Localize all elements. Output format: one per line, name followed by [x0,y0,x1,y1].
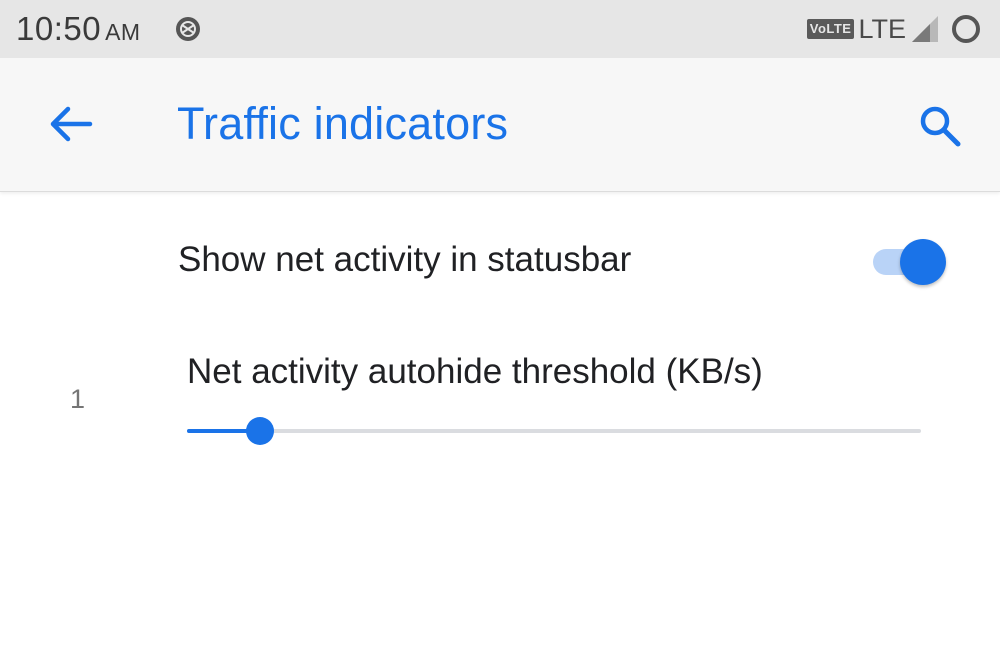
network-type: LTE [858,13,906,44]
arrow-left-icon[interactable] [46,104,96,144]
status-bar: 10:50 AM VoLTE LTE [0,0,1000,58]
slider-track [187,429,921,433]
toggle-thumb [900,239,946,285]
status-time-value: 10:50 [16,10,102,47]
signal-icon [912,16,938,42]
battery-icon [952,15,980,43]
autohide-threshold-label: Net activity autohide threshold (KB/s) [187,352,763,391]
status-time: 10:50 AM [16,10,141,48]
app-bar: Traffic indicators [0,58,1000,192]
volte-badge: VoLTE [806,19,855,39]
autohide-threshold-value: 1 [70,384,86,414]
autohide-threshold-row: Net activity autohide threshold (KB/s) 1 [0,340,1000,460]
status-right-group: VoLTE LTE [806,12,982,46]
search-icon[interactable] [918,104,962,148]
status-time-ampm: AM [105,19,141,45]
show-net-activity-toggle[interactable] [873,237,951,287]
autohide-threshold-slider[interactable] [187,416,921,446]
show-net-activity-row[interactable]: Show net activity in statusbar [0,222,1000,302]
notification-icon [176,17,200,41]
show-net-activity-label: Show net activity in statusbar [178,240,632,279]
page-title: Traffic indicators [177,98,509,149]
slider-thumb[interactable] [246,417,275,445]
